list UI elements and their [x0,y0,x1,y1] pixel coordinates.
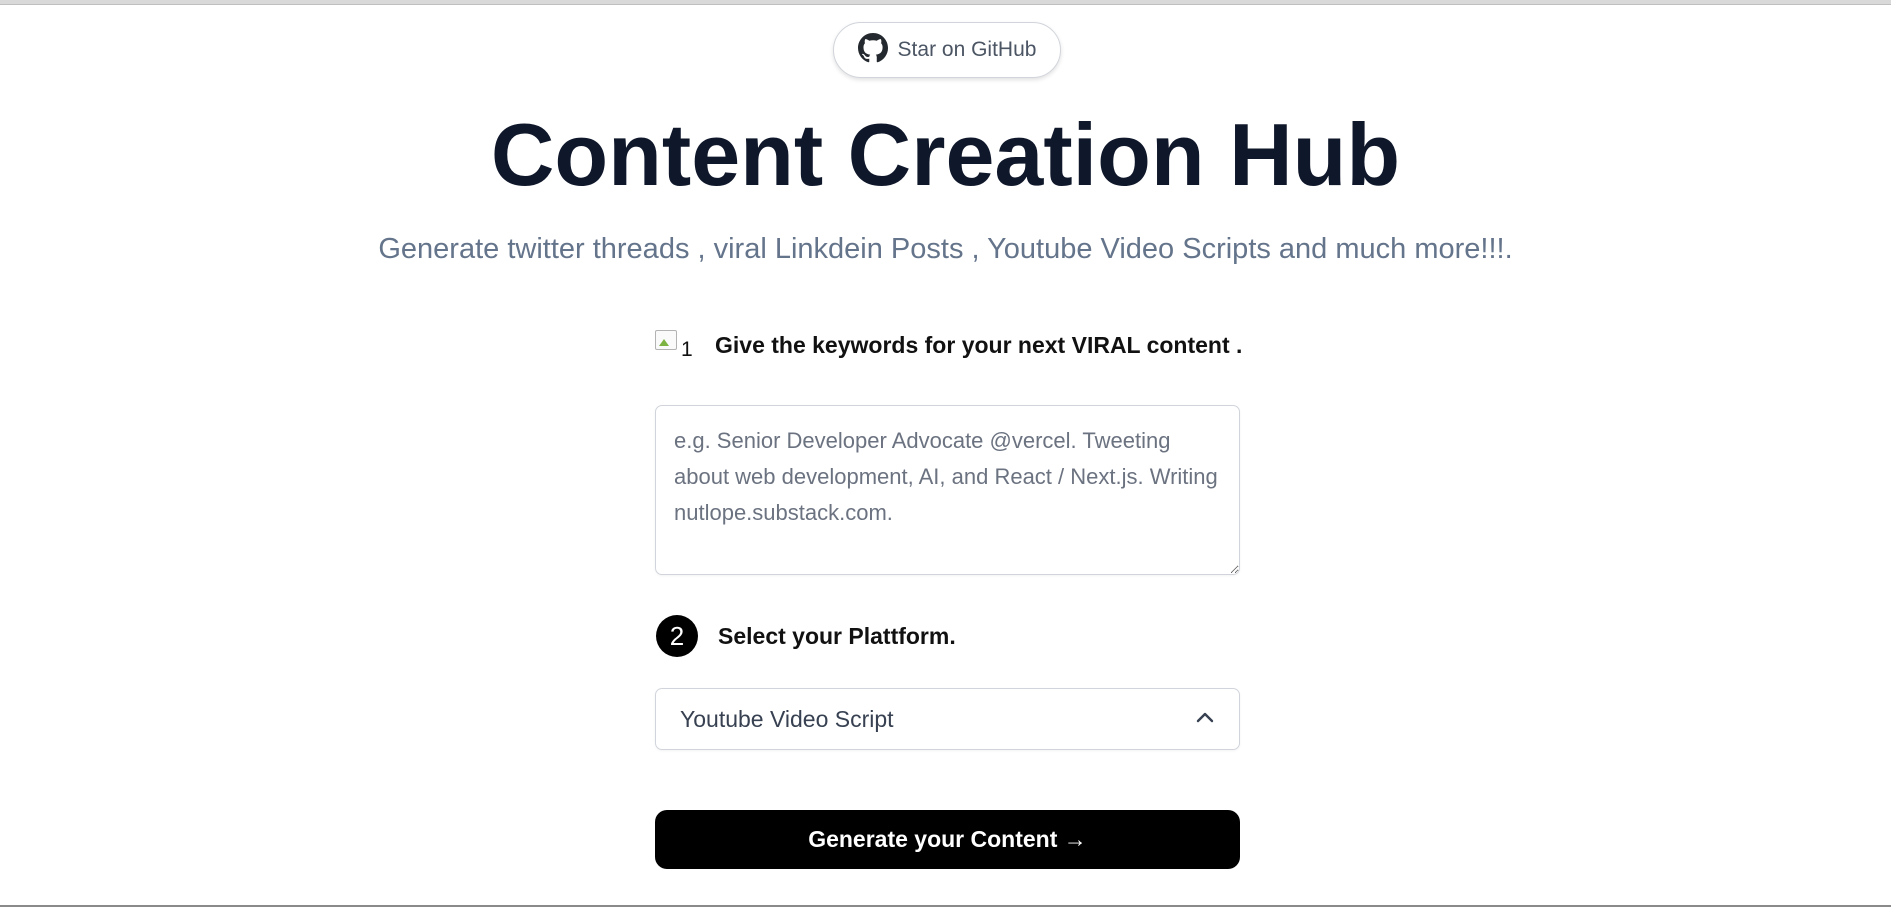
chevron-up-icon [1195,710,1215,729]
generate-content-button[interactable]: Generate your Content → [655,810,1240,869]
github-button-label: Star on GitHub [897,38,1037,61]
step-1-image: 1 [655,330,697,361]
browser-top-rule [0,0,1891,5]
step-1-header: 1 Give the keywords for your next VIRAL … [655,330,1243,361]
platform-select[interactable]: Youtube Video Script [655,688,1240,750]
step-1-image-alt: 1 [681,338,693,361]
github-icon [857,32,888,68]
platform-select-value: Youtube Video Script [680,705,894,732]
page: Star on GitHub Content Creation Hub Gene… [0,0,1891,907]
step-2-label: Select your Plattform. [718,622,956,649]
step-1-label: Give the keywords for your next VIRAL co… [715,331,1243,358]
keywords-field-wrapper [655,405,1240,575]
star-on-github-button[interactable]: Star on GitHub [833,22,1061,78]
page-subtitle: Generate twitter threads , viral Linkdei… [378,233,1513,265]
step-2-header: 2 Select your Plattform. [656,615,956,657]
keywords-textarea[interactable] [655,405,1240,575]
broken-image-icon [655,330,677,350]
step-2-number-badge: 2 [656,615,698,657]
page-title: Content Creation Hub [490,105,1401,204]
